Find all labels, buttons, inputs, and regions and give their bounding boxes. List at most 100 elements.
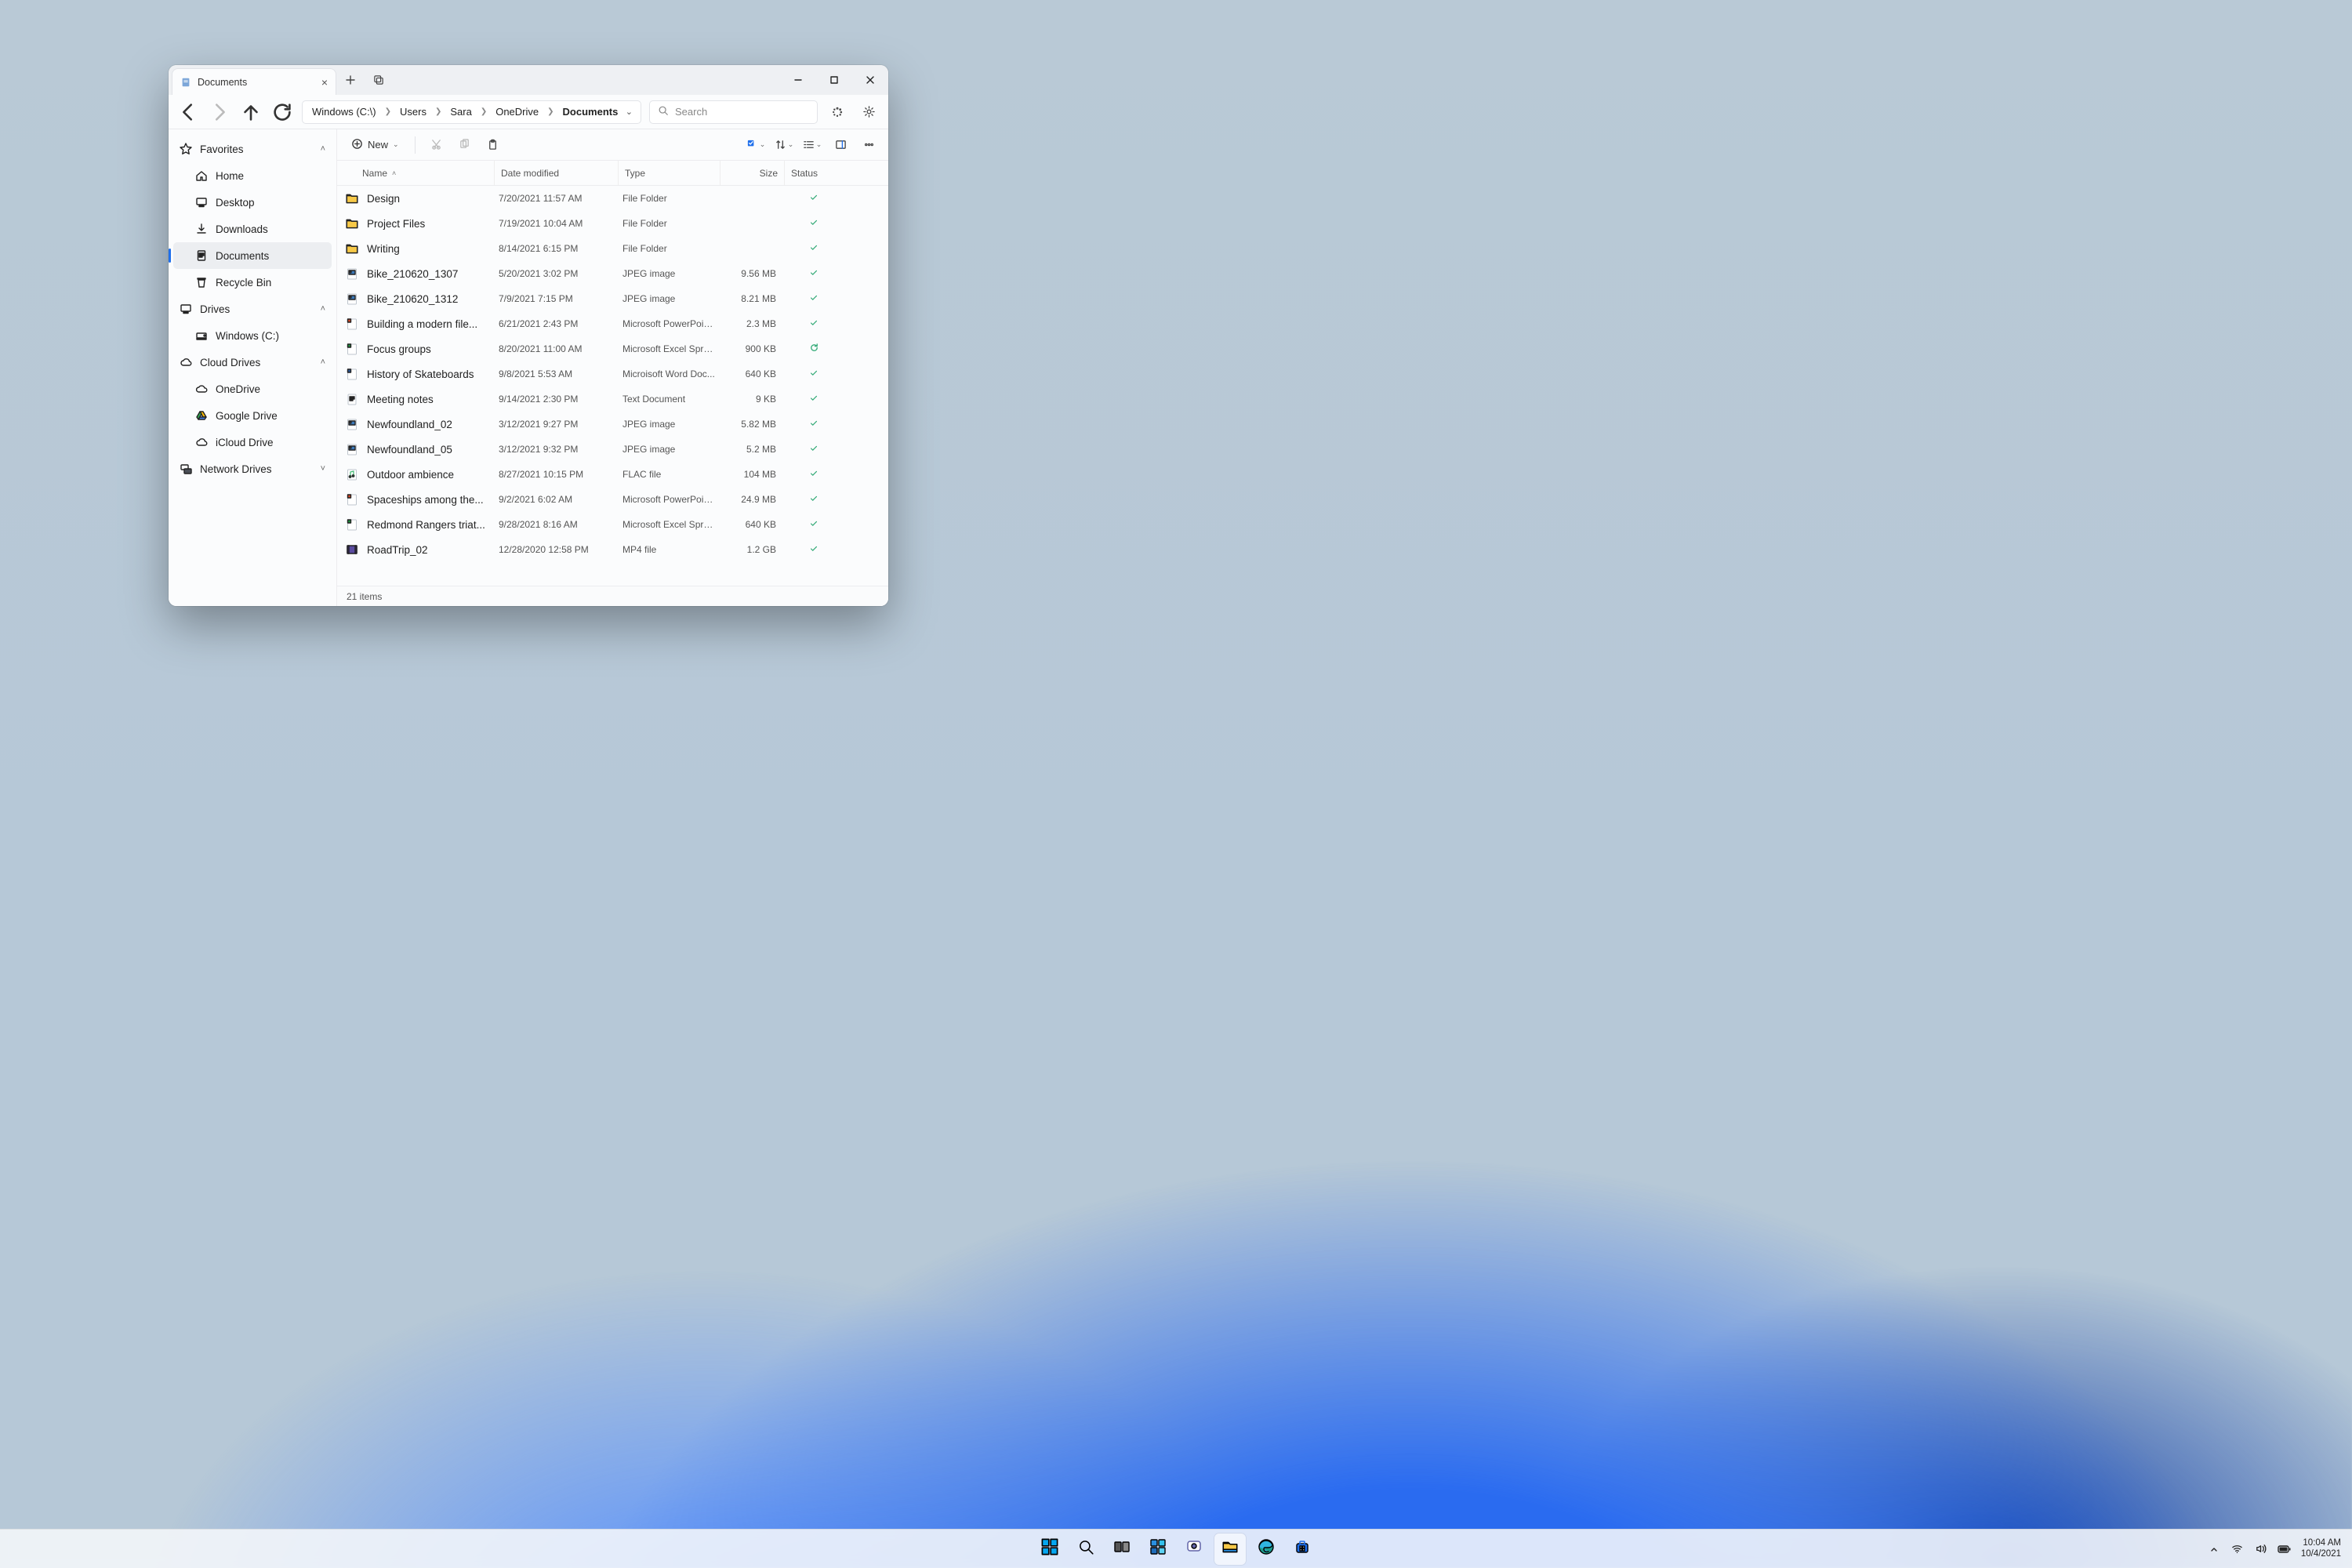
- copy-button[interactable]: [453, 134, 477, 156]
- sort-button[interactable]: ⌄: [772, 134, 796, 156]
- file-status: [782, 419, 845, 430]
- minimize-button[interactable]: [780, 65, 816, 95]
- plus-circle-icon: [351, 138, 363, 152]
- new-tab-button[interactable]: [336, 65, 365, 95]
- file-row[interactable]: Newfoundland_05 3/12/2021 9:32 PM JPEG i…: [337, 437, 888, 462]
- crumb-4[interactable]: Documents: [561, 106, 620, 118]
- sidebar-group-network-drives[interactable]: Network Drives˅: [173, 456, 332, 482]
- file-row[interactable]: Bike_210620_1307 5/20/2021 3:02 PM JPEG …: [337, 261, 888, 286]
- file-size: 640 KB: [718, 519, 782, 530]
- file-type: FLAC file: [616, 469, 718, 480]
- explorer-icon: [1221, 1537, 1240, 1560]
- file-row[interactable]: Bike_210620_1312 7/9/2021 7:15 PM JPEG i…: [337, 286, 888, 311]
- sidebar-group-drives[interactable]: Drives˄: [173, 296, 332, 322]
- file-name: Writing: [367, 243, 492, 255]
- column-header-date[interactable]: Date modified: [494, 161, 618, 185]
- file-row[interactable]: Spaceships among the... 9/2/2021 6:02 AM…: [337, 487, 888, 512]
- more-button[interactable]: [857, 134, 880, 156]
- sidebar-item-home[interactable]: Home: [173, 162, 332, 189]
- battery-icon[interactable]: [2278, 1542, 2292, 1556]
- file-name: Meeting notes: [367, 394, 492, 405]
- taskbar-edge[interactable]: [1250, 1534, 1282, 1565]
- column-header-size[interactable]: Size: [720, 161, 784, 185]
- breadcrumb-dropdown[interactable]: ⌄: [626, 107, 633, 117]
- window-tab-documents[interactable]: Documents ×: [172, 68, 336, 95]
- loading-indicator-icon: [826, 100, 849, 124]
- sidebar-group-favorites[interactable]: Favorites˄: [173, 136, 332, 162]
- xls-icon: [345, 342, 359, 356]
- cut-button[interactable]: [425, 134, 448, 156]
- column-header-status[interactable]: Status: [784, 161, 847, 185]
- taskbar-widgets[interactable]: [1142, 1534, 1174, 1565]
- taskbar-chat[interactable]: [1178, 1534, 1210, 1565]
- taskbar-search[interactable]: [1070, 1534, 1102, 1565]
- file-row[interactable]: Writing 8/14/2021 6:15 PM File Folder: [337, 236, 888, 261]
- sidebar-item-recycle-bin[interactable]: Recycle Bin: [173, 269, 332, 296]
- file-size: 104 MB: [718, 469, 782, 480]
- tray-overflow-icon[interactable]: [2207, 1542, 2221, 1556]
- crumb-1[interactable]: Users: [398, 106, 428, 118]
- file-row[interactable]: Building a modern file... 6/21/2021 2:43…: [337, 311, 888, 336]
- back-button[interactable]: [176, 100, 200, 124]
- file-status: [782, 444, 845, 456]
- sidebar-item-onedrive[interactable]: OneDrive: [173, 376, 332, 402]
- star-icon: [180, 143, 192, 155]
- details-pane-button[interactable]: [829, 134, 852, 156]
- file-type: JPEG image: [616, 293, 718, 304]
- sidebar-item-windows-c-[interactable]: Windows (C:): [173, 322, 332, 349]
- trash-icon: [195, 276, 208, 289]
- wifi-icon[interactable]: [2230, 1542, 2245, 1556]
- hdd-icon: [195, 329, 208, 342]
- search-input[interactable]: Search: [649, 100, 818, 124]
- paste-button[interactable]: [481, 134, 505, 156]
- settings-button[interactable]: [857, 100, 880, 124]
- file-row[interactable]: RoadTrip_02 12/28/2020 12:58 PM MP4 file…: [337, 537, 888, 562]
- file-row[interactable]: Meeting notes 9/14/2021 2:30 PM Text Doc…: [337, 387, 888, 412]
- tab-overview-button[interactable]: [365, 65, 393, 95]
- column-header-name[interactable]: Name˄: [356, 161, 494, 185]
- crumb-3[interactable]: OneDrive: [494, 106, 540, 118]
- file-row[interactable]: Newfoundland_02 3/12/2021 9:27 PM JPEG i…: [337, 412, 888, 437]
- file-row[interactable]: Design 7/20/2021 11:57 AM File Folder: [337, 186, 888, 211]
- clock[interactable]: 10:04 AM 10/4/2021: [2301, 1538, 2341, 1560]
- crumb-2[interactable]: Sara: [448, 106, 473, 118]
- sidebar-group-cloud-drives[interactable]: Cloud Drives˄: [173, 349, 332, 376]
- crumb-0[interactable]: Windows (C:\): [310, 106, 378, 118]
- file-name: Project Files: [367, 218, 492, 230]
- file-row[interactable]: Project Files 7/19/2021 10:04 AM File Fo…: [337, 211, 888, 236]
- file-list[interactable]: Design 7/20/2021 11:57 AM File Folder Pr…: [337, 186, 888, 586]
- file-row[interactable]: Focus groups 8/20/2021 11:00 AM Microsof…: [337, 336, 888, 361]
- file-row[interactable]: History of Skateboards 9/8/2021 5:53 AM …: [337, 361, 888, 387]
- new-button[interactable]: New ⌄: [345, 134, 405, 156]
- maximize-button[interactable]: [816, 65, 852, 95]
- close-tab-icon[interactable]: ×: [321, 77, 328, 88]
- taskbar-store[interactable]: [1287, 1534, 1318, 1565]
- forward-button[interactable]: [208, 100, 231, 124]
- close-button[interactable]: [852, 65, 888, 95]
- tray-time: 10:04 AM: [2301, 1538, 2341, 1549]
- file-type: Microsoft Excel Sprea...: [616, 519, 718, 530]
- breadcrumb[interactable]: Windows (C:\)❯ Users❯ Sara❯ OneDrive❯ Do…: [302, 100, 641, 124]
- refresh-button[interactable]: [270, 100, 294, 124]
- sidebar-item-google-drive[interactable]: Google Drive: [173, 402, 332, 429]
- taskbar-start[interactable]: [1034, 1534, 1065, 1565]
- taskbar-explorer[interactable]: [1214, 1534, 1246, 1565]
- file-row[interactable]: Outdoor ambience 8/27/2021 10:15 PM FLAC…: [337, 462, 888, 487]
- sort-asc-icon: ˄: [392, 169, 396, 177]
- file-name: Newfoundland_05: [367, 444, 492, 456]
- up-button[interactable]: [239, 100, 263, 124]
- sidebar-item-desktop[interactable]: Desktop: [173, 189, 332, 216]
- document-icon: [180, 77, 191, 88]
- home-icon: [195, 169, 208, 182]
- volume-icon[interactable]: [2254, 1542, 2268, 1556]
- taskbar-taskview[interactable]: [1106, 1534, 1138, 1565]
- sidebar-item-icloud-drive[interactable]: iCloud Drive: [173, 429, 332, 456]
- chevron-right-icon: ❯: [543, 107, 557, 116]
- file-name: History of Skateboards: [367, 368, 492, 380]
- view-button[interactable]: ⌄: [800, 134, 824, 156]
- sidebar-item-documents[interactable]: Documents: [173, 242, 332, 269]
- sidebar-item-downloads[interactable]: Downloads: [173, 216, 332, 242]
- column-header-type[interactable]: Type: [618, 161, 720, 185]
- file-row[interactable]: Redmond Rangers triat... 9/28/2021 8:16 …: [337, 512, 888, 537]
- select-mode-button[interactable]: ⌄: [744, 134, 768, 156]
